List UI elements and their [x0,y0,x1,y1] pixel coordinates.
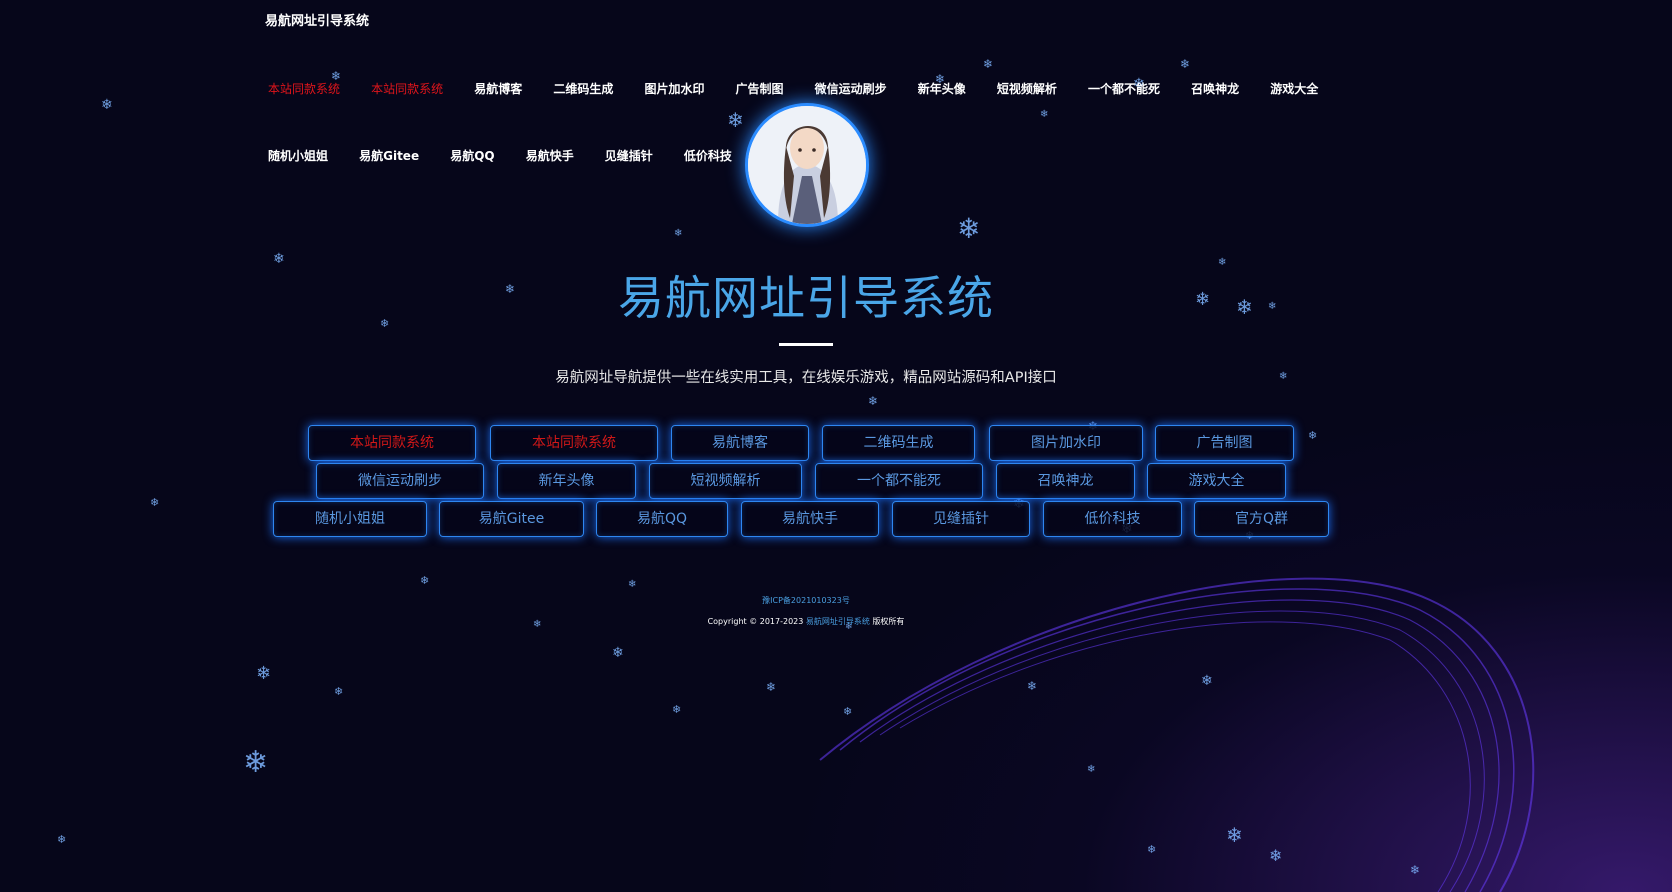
copyright-prefix: Copyright © 2017-2023 [707,617,804,626]
snowflake-icon: ❄ [674,228,683,239]
link-button[interactable]: 随机小姐姐 [273,501,427,537]
snowflake-icon: ❄ [420,574,430,587]
nav-item[interactable]: 随机小姐姐 [268,147,328,164]
nav-item[interactable]: 易航QQ [450,147,494,164]
snowflake-icon: ❄ [766,680,777,694]
snowflake-icon: ❄ [1027,679,1038,693]
nav-item[interactable]: 召唤神龙 [1191,80,1239,97]
copyright-suffix: 版权所有 [872,617,905,626]
snowflake-icon: ❄ [628,579,637,590]
snowflake-icon: ❄ [243,745,269,780]
snowflake-icon: ❄ [727,108,744,132]
link-button[interactable]: 游戏大全 [1147,463,1286,499]
snowflake-icon: ❄ [612,645,624,661]
nav-item[interactable]: 微信运动刷步 [815,80,887,97]
link-button[interactable]: 官方Q群 [1194,501,1329,537]
link-button[interactable]: 易航Gitee [439,501,584,537]
link-button[interactable]: 低价科技 [1043,501,1182,537]
link-button[interactable]: 微信运动刷步 [316,463,484,499]
snowflake-icon: ❄ [1410,863,1421,877]
snowflake-icon: ❄ [101,97,113,113]
nav-item[interactable]: 一个都不能死 [1088,80,1160,97]
link-button[interactable]: 召唤神龙 [996,463,1135,499]
copyright-link[interactable]: 易航网址引导系统 [806,617,870,626]
link-button[interactable]: 一个都不能死 [815,463,983,499]
nav-item[interactable]: 图片加水印 [644,80,704,97]
snowflake-icon: ❄ [1308,429,1318,442]
top-nav-row-1: 本站同款系统 本站同款系统 易航博客 二维码生成 图片加水印 广告制图 微信运动… [268,78,1344,97]
link-button[interactable]: 短视频解析 [649,463,802,499]
link-button[interactable]: 新年头像 [497,463,636,499]
nav-item[interactable]: 游戏大全 [1270,80,1318,97]
snowflake-icon: ❄ [868,394,879,408]
snowflake-icon: ❄ [672,703,682,716]
avatar[interactable] [745,103,869,227]
nav-item[interactable]: 本站同款系统 [371,80,443,97]
nav-item[interactable]: 本站同款系统 [268,80,340,97]
top-nav-row-2: 随机小姐姐 易航Gitee 易航QQ 易航快手 见缝插针 低价科技 [268,145,758,164]
icp-link[interactable]: 豫ICP备2021010323号 [0,595,1612,606]
link-button[interactable]: 易航QQ [596,501,728,537]
nav-item[interactable]: 易航Gitee [359,147,419,164]
snowflake-icon: ❄ [1269,846,1283,865]
link-button[interactable]: 二维码生成 [822,425,975,461]
link-button[interactable]: 本站同款系统 [308,425,476,461]
snowflake-icon: ❄ [57,833,67,846]
site-title: 易航网址引导系统 [265,14,370,29]
snowflake-icon: ❄ [1180,57,1191,71]
snowflake-icon: ❄ [1147,843,1157,856]
nav-item[interactable]: 易航博客 [474,80,522,97]
nav-item[interactable]: 低价科技 [684,147,732,164]
nav-item[interactable]: 广告制图 [736,80,784,97]
copyright: Copyright © 2017-2023 易航网址引导系统 版权所有 [0,616,1612,627]
snowflake-icon: ❄ [334,685,344,698]
snowflake-icon: ❄ [1040,109,1049,120]
nav-item[interactable]: 新年头像 [918,80,966,97]
hero-title: 易航网址引导系统 [618,271,994,325]
snowflake-icon: ❄ [256,663,272,684]
snowflake-icon: ❄ [150,496,160,509]
link-button[interactable]: 图片加水印 [989,425,1143,461]
nav-item[interactable]: 见缝插针 [605,147,653,164]
snowflake-icon: ❄ [1226,823,1243,847]
link-button[interactable]: 易航博客 [671,425,809,461]
link-button[interactable]: 易航快手 [741,501,879,537]
snowflake-icon: ❄ [843,705,853,718]
link-button[interactable]: 广告制图 [1155,425,1294,461]
nav-item[interactable]: 二维码生成 [553,80,613,97]
snowflake-icon: ❄ [1201,673,1213,689]
snowflake-icon: ❄ [1087,764,1096,775]
snowflake-icon: ❄ [983,57,994,71]
avatar-image [748,106,866,224]
hero-subtitle: 易航网址导航提供一些在线实用工具，在线娱乐游戏，精品网站源码和API接口 [555,370,1057,386]
nav-item[interactable]: 易航快手 [526,147,574,164]
link-button[interactable]: 见缝插针 [892,501,1030,537]
hero-divider [779,343,833,346]
nav-item[interactable]: 短视频解析 [997,80,1057,97]
snowflake-icon: ❄ [957,212,981,245]
link-button[interactable]: 本站同款系统 [490,425,658,461]
